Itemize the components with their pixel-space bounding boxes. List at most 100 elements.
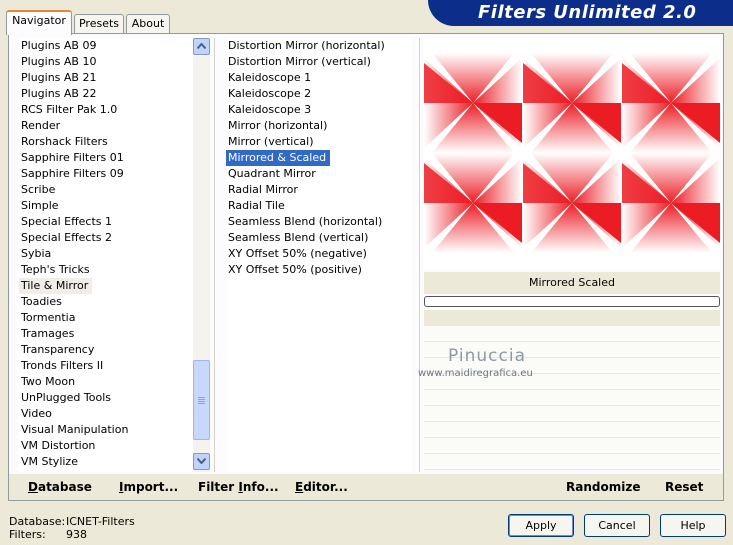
- randomize-button[interactable]: Randomize: [566, 480, 640, 494]
- filter-item: Mirror (horizontal): [228, 119, 328, 132]
- category-row[interactable]: Special Effects 2: [19, 230, 194, 246]
- category-row[interactable]: Transparency: [19, 342, 194, 358]
- category-item: Tronds Filters II: [21, 359, 104, 372]
- filter-row[interactable]: Distortion Mirror (vertical): [226, 54, 412, 70]
- filters-status-value: 938: [66, 528, 87, 541]
- category-row[interactable]: Toadies: [19, 294, 194, 310]
- filter-row[interactable]: XY Offset 50% (negative): [226, 246, 412, 262]
- category-row[interactable]: VM Stylize: [19, 454, 194, 470]
- scroll-down-button[interactable]: [193, 453, 210, 470]
- watermark-url: www.maidiregrafica.eu: [418, 368, 533, 379]
- preview-caption-text: Mirrored Scaled: [529, 276, 615, 289]
- filter-row[interactable]: Kaleidoscope 3: [226, 102, 412, 118]
- database-status-value: ICNET-Filters: [66, 515, 135, 528]
- scroll-up-button[interactable]: [193, 38, 210, 55]
- category-row[interactable]: RCS Filter Pak 1.0: [19, 102, 194, 118]
- category-item: Plugins AB 09: [21, 39, 97, 52]
- filter-row[interactable]: Seamless Blend (vertical): [226, 230, 412, 246]
- filter-row[interactable]: XY Offset 50% (positive): [226, 262, 412, 278]
- reset-button[interactable]: Reset: [665, 480, 703, 494]
- filter-row[interactable]: Kaleidoscope 1: [226, 70, 412, 86]
- chevron-down-icon: [196, 457, 207, 465]
- category-item: Sybia: [21, 247, 52, 260]
- grip-icon: [198, 397, 205, 405]
- category-row[interactable]: Special Effects 1: [19, 214, 194, 230]
- category-row[interactable]: Simple: [19, 198, 194, 214]
- category-item: Tormentia: [21, 311, 76, 324]
- category-row[interactable]: Plugins AB 22: [19, 86, 194, 102]
- filter-row[interactable]: Mirror (horizontal): [226, 118, 412, 134]
- database-label: atabase: [37, 480, 92, 494]
- filter-info-label: nfo...: [242, 480, 279, 494]
- category-list[interactable]: Plugins AB 09 Plugins AB 10 Plugins AB 21 P…: [18, 38, 194, 472]
- tab-about[interactable]: About: [126, 14, 170, 34]
- filter-row[interactable]: Distortion Mirror (horizontal): [226, 38, 412, 54]
- preview-caption: Mirrored Scaled: [424, 272, 720, 294]
- category-item: Plugins AB 22: [21, 87, 97, 100]
- category-row[interactable]: Tramages: [19, 326, 194, 342]
- app-title-banner: Filters Unlimited 2.0: [428, 0, 733, 26]
- parameter-row: [424, 454, 720, 470]
- progress-bar: [424, 296, 720, 307]
- category-row[interactable]: Sybia: [19, 246, 194, 262]
- filter-row[interactable]: Mirrored & Scaled: [226, 150, 412, 166]
- category-item: Scribe: [21, 183, 56, 196]
- filter-row[interactable]: Quadrant Mirror: [226, 166, 412, 182]
- filter-item: Distortion Mirror (horizontal): [228, 39, 385, 52]
- category-row[interactable]: Two Moon: [19, 374, 194, 390]
- category-row[interactable]: Tile & Mirror: [19, 278, 194, 294]
- filter-row[interactable]: Radial Tile: [226, 198, 412, 214]
- apply-button[interactable]: Apply: [508, 514, 574, 537]
- parameter-row: [424, 438, 720, 454]
- category-row[interactable]: Tormentia: [19, 310, 194, 326]
- category-row[interactable]: Video: [19, 406, 194, 422]
- category-row[interactable]: Render: [19, 118, 194, 134]
- filter-row[interactable]: Radial Mirror: [226, 182, 412, 198]
- category-row[interactable]: Tronds Filters II: [19, 358, 194, 374]
- category-row[interactable]: Visual Manipulation: [19, 422, 194, 438]
- preview-pattern: [424, 53, 720, 253]
- category-item: UnPlugged Tools: [21, 391, 111, 404]
- panel-divider: [419, 38, 420, 472]
- category-row[interactable]: Teph's Tricks: [19, 262, 194, 278]
- scrollbar-thumb[interactable]: [193, 360, 210, 440]
- filter-row[interactable]: Seamless Blend (horizontal): [226, 214, 412, 230]
- database-accel: D: [28, 480, 38, 494]
- parameter-row: [424, 422, 720, 438]
- filter-item: Kaleidoscope 3: [228, 103, 312, 116]
- filter-info-button[interactable]: Filter Info...: [198, 480, 279, 494]
- import-button[interactable]: Import...: [119, 480, 178, 494]
- editor-button[interactable]: Editor...: [295, 480, 348, 494]
- category-row[interactable]: Scribe: [19, 182, 194, 198]
- category-row[interactable]: Plugins AB 10: [19, 54, 194, 70]
- editor-label: ditor...: [303, 480, 348, 494]
- help-button[interactable]: Help: [660, 514, 726, 537]
- preview-image: [424, 53, 720, 253]
- category-item: Sapphire Filters 01: [21, 151, 124, 164]
- category-item: Render: [21, 119, 61, 132]
- filter-list[interactable]: Distortion Mirror (horizontal) Distortion…: [226, 38, 412, 472]
- filter-row[interactable]: Mirror (vertical): [226, 134, 412, 150]
- filter-item: Radial Tile: [228, 199, 285, 212]
- parameter-row: [424, 390, 720, 406]
- category-row[interactable]: VM Distortion: [19, 438, 194, 454]
- tab-navigator[interactable]: Navigator: [6, 10, 72, 35]
- category-row[interactable]: UnPlugged Tools: [19, 390, 194, 406]
- category-row[interactable]: Sapphire Filters 09: [19, 166, 194, 182]
- filter-row[interactable]: Kaleidoscope 2: [226, 86, 412, 102]
- category-scrollbar[interactable]: [193, 38, 210, 472]
- category-row[interactable]: Plugins AB 21: [19, 70, 194, 86]
- filter-item: Mirrored & Scaled: [226, 150, 331, 166]
- filter-item: Quadrant Mirror: [228, 167, 316, 180]
- chevron-up-icon: [196, 42, 207, 50]
- category-item: Transparency: [21, 343, 95, 356]
- cancel-button[interactable]: Cancel: [584, 514, 650, 537]
- database-button[interactable]: Database: [28, 480, 92, 494]
- category-item: VM Stylize: [21, 455, 78, 468]
- category-item: Video: [21, 407, 52, 420]
- tab-presets[interactable]: Presets: [74, 14, 124, 34]
- category-row[interactable]: Sapphire Filters 01: [19, 150, 194, 166]
- category-row[interactable]: Plugins AB 09: [19, 38, 194, 54]
- category-item: Plugins AB 10: [21, 55, 97, 68]
- category-row[interactable]: Rorshack Filters: [19, 134, 194, 150]
